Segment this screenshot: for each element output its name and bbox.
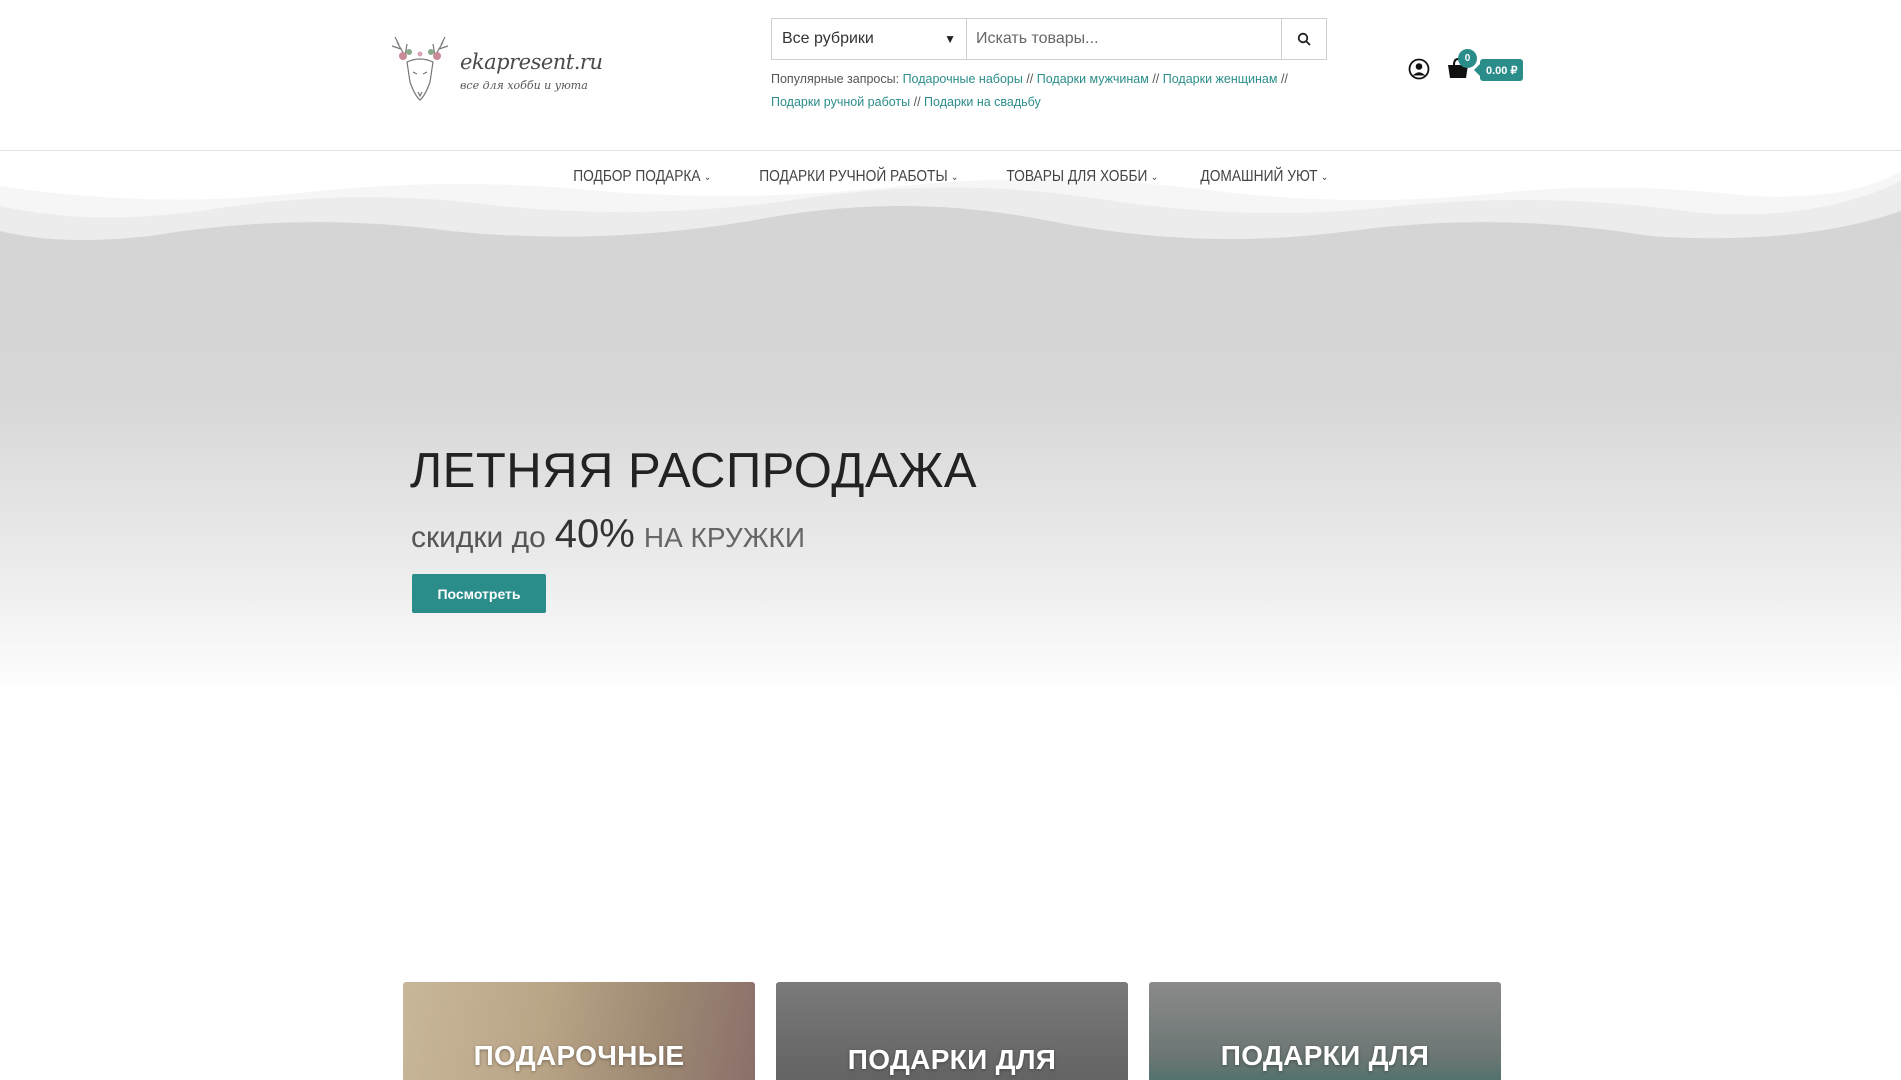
search-bar: Все рубрики ▼ Искать товары... xyxy=(771,18,1327,60)
category-card-label: ПОДАРОЧНЫЕ xyxy=(473,1040,685,1071)
logo[interactable]: ekapresent.ru все для хобби и уюта xyxy=(383,34,603,109)
category-card-label: ПОДАРКИ ДЛЯ xyxy=(847,1044,1057,1075)
nav-item-gift-selection[interactable]: ПОДБОР ПОДАРКА ⌄ xyxy=(565,168,720,186)
hero-banner xyxy=(0,151,1901,851)
chevron-down-icon: ⌄ xyxy=(950,171,958,183)
logo-tagline: все для хобби и уюта xyxy=(460,79,588,92)
popular-queries: Популярные запросы: Подарочные наборы //… xyxy=(771,68,1331,114)
popular-label: Популярные запросы: xyxy=(771,72,900,86)
main-nav: ПОДБОР ПОДАРКА ⌄ ПОДАРКИ РУЧНОЙ РАБОТЫ ⌄… xyxy=(0,168,1901,186)
nav-item-label: ПОДАРКИ РУЧНОЙ РАБОТЫ xyxy=(758,168,948,185)
hero-sub-value: 40% xyxy=(554,512,635,556)
category-card[interactable]: ПОДАРКИ ДЛЯ xyxy=(1149,982,1501,1080)
search-icon xyxy=(1297,32,1311,46)
category-card-label: ПОДАРКИ ДЛЯ xyxy=(1220,1040,1430,1071)
chevron-down-icon: ⌄ xyxy=(1150,171,1159,183)
hero-subtitle: скидки до 40% НА КРУЖКИ xyxy=(411,512,805,557)
popular-separator: // xyxy=(1026,72,1034,86)
popular-separator: // xyxy=(913,95,921,109)
popular-link[interactable]: Подарки женщинам xyxy=(1163,72,1278,86)
popular-separator: // xyxy=(1280,72,1288,86)
hero-title: ЛЕТНЯЯ РАСПРОДАЖА xyxy=(410,444,978,498)
cart-total-badge[interactable]: 0.00 ₽ xyxy=(1473,59,1524,81)
user-account-icon[interactable] xyxy=(1408,58,1430,80)
deer-logo-icon xyxy=(391,36,449,101)
hero-view-button[interactable]: Посмотреть xyxy=(412,574,546,613)
chevron-down-icon: ⌄ xyxy=(704,171,712,183)
logo-text: ekapresent.ru xyxy=(460,50,603,74)
nav-item-label: ДОМАШНИЙ УЮТ xyxy=(1200,168,1318,185)
nav-item-home-comfort[interactable]: ДОМАШНИЙ УЮТ ⌄ xyxy=(1192,168,1337,186)
search-placeholder: Искать товары... xyxy=(976,30,1099,47)
popular-separator: // xyxy=(1152,72,1160,86)
site-header: ekapresent.ru все для хобби и уюта Все р… xyxy=(0,0,1901,151)
chevron-down-icon: ⌄ xyxy=(1321,171,1329,183)
hero-sub-prefix: скидки до xyxy=(411,521,546,554)
nav-item-hobby-goods[interactable]: ТОВАРЫ ДЛЯ ХОББИ ⌄ xyxy=(998,168,1167,186)
category-card[interactable]: ПОДАРКИ ДЛЯ xyxy=(776,982,1128,1080)
hero-sub-suffix: НА КРУЖКИ xyxy=(643,522,805,553)
chevron-down-icon: ▼ xyxy=(944,32,956,46)
popular-link[interactable]: Подарки на свадьбу xyxy=(924,95,1041,109)
search-input[interactable]: Искать товары... xyxy=(967,19,1281,59)
page: ekapresent.ru все для хобби и уюта Все р… xyxy=(0,0,1901,1080)
popular-link[interactable]: Подарки ручной работы xyxy=(771,95,910,109)
search-button[interactable] xyxy=(1281,19,1326,59)
nav-item-label: ПОДБОР ПОДАРКА xyxy=(573,168,701,185)
category-card[interactable]: ПОДАРОЧНЫЕ xyxy=(403,982,755,1080)
popular-link[interactable]: Подарочные наборы xyxy=(903,72,1023,86)
nav-item-handmade-gifts[interactable]: ПОДАРКИ РУЧНОЙ РАБОТЫ ⌄ xyxy=(750,168,966,186)
nav-item-label: ТОВАРЫ ДЛЯ ХОББИ xyxy=(1006,168,1148,185)
popular-link[interactable]: Подарки мужчинам xyxy=(1037,72,1149,86)
category-select-value: Все рубрики xyxy=(782,30,874,47)
category-select[interactable]: Все рубрики ▼ xyxy=(772,19,967,59)
